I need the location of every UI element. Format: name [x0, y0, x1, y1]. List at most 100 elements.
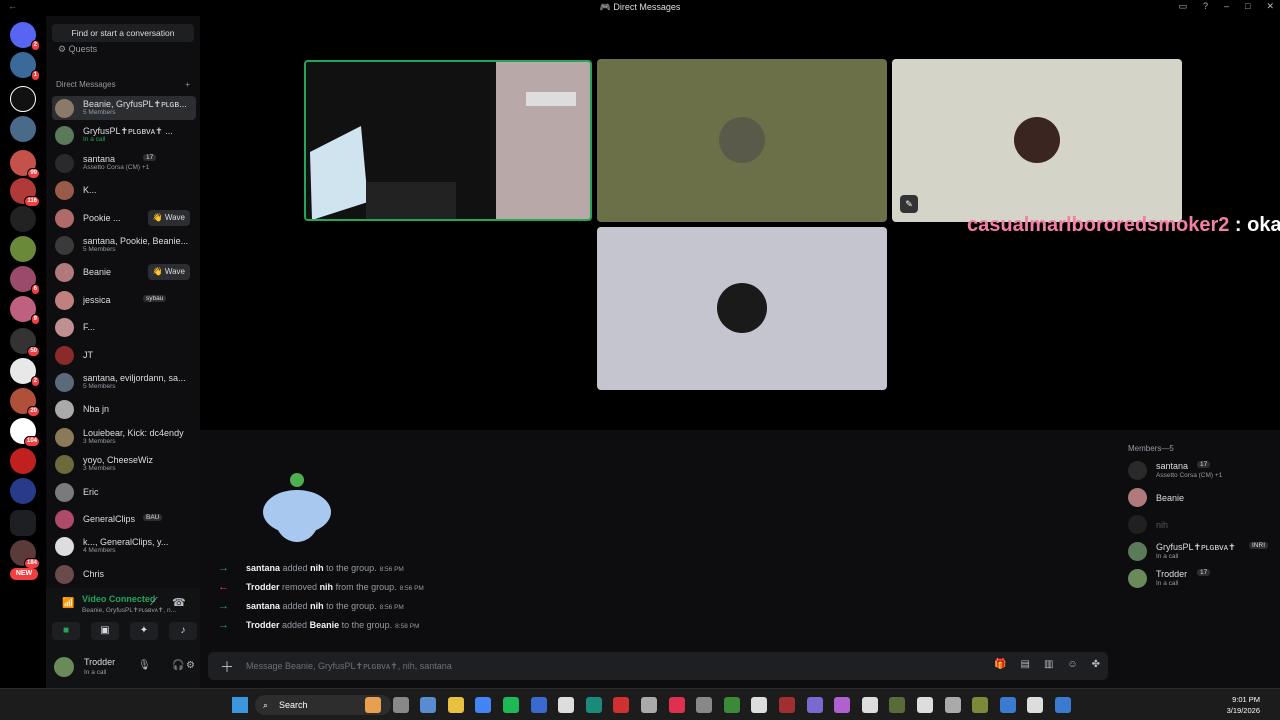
server-icon[interactable]: 50	[10, 328, 40, 357]
dm-item[interactable]: Beanie, GryfusPL✝ᴘʟɢʙ... 5 Members	[52, 96, 196, 120]
dm-item[interactable]: F...	[52, 315, 196, 339]
taskbar-app-icon[interactable]	[834, 697, 851, 713]
dm-item[interactable]: santana, eviljordann, sa... 5 Members	[52, 370, 196, 394]
dm-item[interactable]: santana, Pookie, Beanie... 5 Members	[52, 233, 196, 257]
taskbar-app-icon[interactable]	[475, 697, 492, 713]
server-icon[interactable]	[10, 86, 36, 112]
add-dm-button[interactable]: +	[185, 80, 190, 89]
server-icon[interactable]: 184	[10, 540, 40, 569]
taskbar-app-icon[interactable]	[585, 697, 602, 713]
activities-button[interactable]: ✦	[130, 622, 158, 640]
message-target[interactable]: Beanie	[310, 620, 340, 630]
help-icon[interactable]: ?	[1203, 1, 1208, 12]
camera-button[interactable]: ■	[52, 622, 80, 640]
upload-plus-icon[interactable]: ＋	[220, 657, 234, 677]
taskbar-app-icon[interactable]	[447, 697, 464, 713]
wave-button[interactable]: 👋 Wave	[147, 264, 190, 281]
taskbar-app-icon[interactable]	[723, 697, 740, 713]
sticker-icon[interactable]: ▥	[1044, 659, 1053, 670]
message-actor[interactable]: santana	[246, 563, 280, 573]
member-item[interactable]: Beanie	[1128, 485, 1278, 509]
inbox-icon[interactable]: ▭	[1178, 1, 1187, 12]
server-icon[interactable]	[10, 206, 36, 232]
maximize-button[interactable]: □	[1245, 1, 1250, 12]
minimize-button[interactable]: –	[1224, 1, 1229, 12]
taskbar-app-icon[interactable]	[944, 697, 961, 713]
avatar[interactable]	[54, 657, 74, 677]
search-button[interactable]: Find or start a conversation	[52, 24, 194, 42]
message-input[interactable]: Message Beanie, GryfusPL✝ᴘʟɢʙᴠᴀ✝, nih, s…	[246, 661, 452, 672]
disconnect-icon[interactable]: ☎	[172, 596, 186, 609]
server-icon[interactable]: 1	[10, 52, 40, 81]
voice-channel[interactable]: Beanie, GryfusPL✝ᴘʟɢʙᴠᴀ✝, n...	[82, 606, 176, 614]
headphones-icon[interactable]: 🎧	[172, 660, 184, 671]
dm-item[interactable]: JT	[52, 343, 196, 367]
taskbar-app-icon[interactable]	[889, 697, 906, 713]
dm-item[interactable]: jessica sybau	[52, 288, 196, 312]
dm-item[interactable]: Chris	[52, 562, 196, 586]
screen-share-button[interactable]: ▣	[91, 622, 119, 640]
taskbar-app-icon[interactable]	[613, 697, 630, 713]
server-icon[interactable]: 6	[10, 266, 40, 295]
new-badge[interactable]: NEW	[10, 568, 38, 580]
message-actor[interactable]: Trodder	[246, 582, 280, 592]
taskbar-app-icon[interactable]	[1027, 697, 1044, 713]
message-target[interactable]: nih	[320, 582, 334, 592]
emoji-icon[interactable]: ☺	[1067, 659, 1077, 670]
server-icon[interactable]: 99	[10, 150, 40, 179]
taskbar-app-icon[interactable]	[365, 697, 381, 713]
gift-icon[interactable]: 🎁	[994, 659, 1006, 670]
taskbar-app-icon[interactable]	[503, 697, 519, 713]
dm-item[interactable]: k..., GeneralClips, y... 4 Members	[52, 534, 196, 558]
taskbar-app-icon[interactable]	[1055, 697, 1071, 713]
apps-icon[interactable]: ✤	[1092, 659, 1100, 670]
folder-icon[interactable]	[10, 510, 36, 536]
wave-button[interactable]: 👋 Wave	[147, 209, 190, 226]
dm-item[interactable]: GeneralClips BAU	[52, 507, 196, 531]
server-icon[interactable]: 2	[10, 358, 40, 387]
dm-item[interactable]: Eric	[52, 480, 196, 504]
taskbar-app-icon[interactable]	[530, 697, 547, 713]
taskbar-app-icon[interactable]	[972, 697, 989, 713]
dm-item[interactable]: Pookie ... 👋 Wave	[52, 206, 196, 230]
soundboard-button[interactable]: ♪	[169, 622, 197, 640]
dm-item[interactable]: GryfusPL✝ᴘʟɢʙᴠᴀ✝ ... In a call	[52, 123, 196, 147]
taskbar-app-icon[interactable]	[999, 697, 1016, 713]
dm-item[interactable]: K...	[52, 178, 196, 202]
server-icon[interactable]	[10, 236, 36, 262]
noise-suppression-icon[interactable]: ⟋	[150, 596, 158, 609]
message-actor[interactable]: Trodder	[246, 620, 280, 630]
taskbar-app-icon[interactable]	[558, 697, 575, 713]
server-icon[interactable]: 9	[10, 296, 40, 325]
taskbar-app-icon[interactable]	[420, 697, 437, 713]
close-button[interactable]: ✕	[1266, 1, 1274, 12]
server-icon[interactable]	[10, 478, 36, 504]
taskbar-app-icon[interactable]	[917, 697, 933, 713]
taskbar-app-icon[interactable]	[779, 697, 795, 713]
server-icon[interactable]	[10, 116, 36, 142]
server-icon[interactable]: 104	[10, 418, 40, 447]
message-target[interactable]: nih	[310, 563, 324, 573]
taskbar-app-icon[interactable]	[806, 697, 823, 713]
clock[interactable]: 9:01 PM 3/19/2026	[1227, 694, 1260, 716]
member-item[interactable]: Trodder 17 In a call	[1128, 566, 1278, 590]
quests-link[interactable]: ⚙ Quests	[58, 44, 97, 55]
dm-item[interactable]: santana 17 Assetto Corsa (CM) +1	[52, 151, 196, 175]
dm-item[interactable]: yoyo, CheeseWiz 3 Members	[52, 452, 196, 476]
taskbar-app-icon[interactable]	[861, 697, 878, 713]
microphone-icon[interactable]: 🎙	[138, 660, 151, 671]
taskbar-app-icon[interactable]	[641, 697, 657, 713]
message-target[interactable]: nih	[310, 601, 324, 611]
taskbar-app-icon[interactable]	[696, 697, 713, 713]
dm-item[interactable]: Beanie 👋 Wave	[52, 260, 196, 284]
video-tile-avatar[interactable]: ✎	[892, 59, 1182, 222]
voice-status[interactable]: Video Connected	[82, 594, 155, 604]
member-item[interactable]: santana 17 Assetto Corsa (CM) +1	[1128, 458, 1278, 482]
member-item[interactable]: GryfusPL✝ᴘʟɢʙᴠᴀ✝ INRI In a call	[1128, 539, 1278, 563]
member-item[interactable]: nih	[1128, 512, 1278, 536]
gif-icon[interactable]: ▤	[1020, 659, 1029, 670]
taskbar-app-icon[interactable]	[751, 697, 768, 713]
video-tile-avatar[interactable]	[597, 227, 887, 390]
server-icon[interactable]: 116	[10, 178, 40, 207]
video-tile-avatar[interactable]	[597, 59, 887, 222]
